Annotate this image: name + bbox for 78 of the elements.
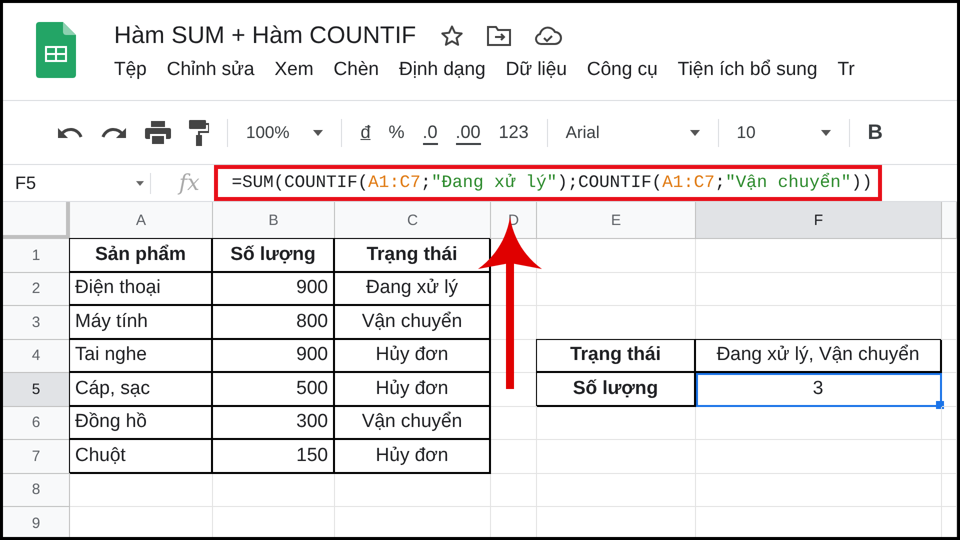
table-cell: Máy tính [70,306,213,340]
table-cell: Cáp, sạc [70,373,213,406]
row-header[interactable]: 9 [3,507,70,537]
column-header[interactable]: E [537,202,696,239]
row-header[interactable]: 2 [3,272,70,306]
column-header[interactable]: A [70,202,213,239]
table-cell: 800 [213,306,335,340]
folder-icon[interactable] [486,25,512,47]
table-cell: Vận chuyển [335,306,491,340]
table-cell: Trạng thái [537,340,696,373]
caret-icon [136,180,144,186]
format-button[interactable]: đ [360,120,370,145]
table-cell: Chuột [70,440,213,474]
menu-item[interactable]: Tệp [114,59,147,81]
menu-item[interactable]: Định dạng [398,59,486,81]
table-cell: Điện thoại [70,272,213,306]
table-cell: 300 [213,406,335,440]
format-button[interactable]: 123 [498,120,529,145]
row-header[interactable]: 8 [3,474,70,507]
table-cell [942,406,957,440]
print-icon[interactable] [145,120,171,144]
row-header[interactable]: 1 [3,239,70,272]
menu-item[interactable]: Chỉnh sửa [166,59,254,81]
menu-item[interactable]: Dữ liệu [506,59,567,81]
table-cell [942,373,957,406]
table-cell: Số lượng [213,239,335,272]
caret-icon [313,130,324,136]
caret-icon [690,130,700,136]
row-header[interactable]: 4 [3,340,70,373]
formula-field[interactable]: =SUM(COUNTIF(A1:C7;"Đang xử lý");COUNTIF(A1:C7;"Vận chuyển")) [214,165,882,201]
menu-item[interactable]: Tiện ích bổ sung [678,59,818,81]
font-size-dropdown[interactable]: 10 [736,120,831,144]
table-cell: Đang xử lý [335,272,491,306]
table-cell [942,239,957,272]
caret-icon [820,130,831,136]
table-cell: Số lượng [537,373,696,406]
row-header[interactable]: 7 [3,440,70,474]
table-cell: Đồng hồ [70,406,213,440]
table-cell: 150 [213,440,335,474]
table-cell: Đang xử lý, Vận chuyển [696,340,942,373]
paint-format-icon[interactable] [189,120,209,146]
column-header[interactable]: C [335,202,491,239]
name-box[interactable]: F5 [3,172,151,194]
row-header[interactable]: 3 [3,306,70,340]
table-cell [942,272,957,306]
table-cell [942,440,957,474]
format-button[interactable]: .0 [422,120,438,145]
column-header[interactable]: F [696,202,942,239]
row-header[interactable]: 6 [3,406,70,440]
menu-item[interactable]: Chèn [334,59,379,81]
zoom-dropdown[interactable]: 100% [246,120,324,144]
table-cell: 500 [213,373,335,406]
table-cell [942,340,957,373]
column-header[interactable]: B [213,202,335,239]
fx-label: fx [179,170,200,196]
sheets-logo-icon[interactable] [36,22,76,78]
table-cell [942,306,957,340]
table-cell: Tai nghe [70,340,213,373]
table-cell: 900 [213,272,335,306]
table-cell: Vận chuyển [335,406,491,440]
table-cell: Sản phẩm [70,239,213,272]
table-cell: Hủy đơn [335,340,491,373]
table-cell: Hủy đơn [335,440,491,474]
row-header[interactable]: 5 [3,373,70,406]
document-title[interactable]: Hàm SUM + Hàm COUNTIF [114,22,416,50]
star-icon[interactable] [440,24,464,48]
bold-button[interactable]: B [868,118,883,146]
table-cell: 900 [213,340,335,373]
table-cell: Hủy đơn [335,373,491,406]
table-cell [942,474,957,507]
menu-item[interactable]: Công cụ [586,59,658,81]
font-dropdown[interactable]: Arial [566,120,700,144]
table-cell: 3 [696,373,942,406]
cloud-icon[interactable] [534,26,562,46]
format-button[interactable]: % [388,120,405,145]
menu-item[interactable]: Tr [837,59,855,81]
format-button[interactable]: .00 [456,120,481,145]
menu-item[interactable]: Xem [274,59,314,81]
